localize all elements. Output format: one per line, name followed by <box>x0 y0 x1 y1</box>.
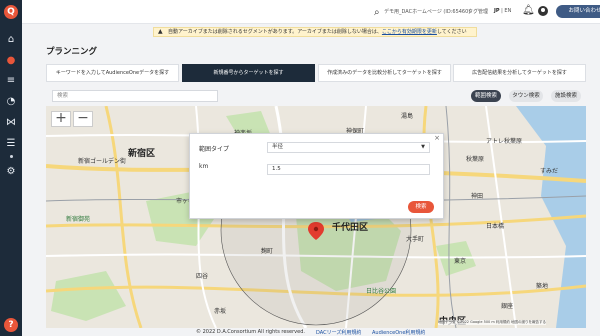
range-search-dialog: × 範囲タイプ 半径 ▼ km 1.5 検索 <box>189 133 444 219</box>
lang-jp[interactable]: JP <box>494 8 500 14</box>
map-label-yotsuya: 四谷 <box>196 273 209 280</box>
map-label-shinjuku-gyoen: 新宿御苑 <box>66 216 91 223</box>
lang-en[interactable]: EN <box>504 8 511 14</box>
close-icon[interactable]: × <box>434 134 440 142</box>
map-attribution: 地図データ ©2022 Google 500 m 利用規約 地図の誤りを報告する <box>438 320 547 325</box>
notice-text: 自動アーカイブまたは削除されるセグメントがあります。アーカイブまたは削除しない場… <box>168 29 382 35</box>
map-label-golden-gai: 新宿ゴールデン街 <box>78 158 127 165</box>
map-label-shinjuku: 新宿区 <box>128 149 156 159</box>
page-title: プランニング <box>46 47 98 57</box>
map-label-akihabara: 秋葉原 <box>466 156 485 163</box>
search-input[interactable]: 検索 <box>52 90 218 102</box>
tab-keyword-search[interactable]: キーワードを入力してAudienceOneデータを探す <box>46 64 179 82</box>
tab-ad-results[interactable]: 広告配信結果を分析してターゲットを探す <box>453 64 586 82</box>
notice-link[interactable]: ここから有効期限を更新 <box>382 29 437 35</box>
map-label-sumida: すみだ <box>540 168 559 175</box>
zoom-out-button[interactable]: − <box>73 111 93 127</box>
map-label-tsukiji: 築地 <box>536 283 549 290</box>
footer: © 2022 D.A.Consortium All rights reserve… <box>22 328 600 336</box>
map-label-nihonbashi: 日本橋 <box>486 223 505 230</box>
warning-icon: ▲ <box>158 28 163 35</box>
contact-button[interactable]: お問い合わせ <box>556 5 600 18</box>
audienceone-terms-link[interactable]: AudienceOne利用規約 <box>372 329 425 336</box>
archive-notice: ▲ 自動アーカイブまたは削除されるセグメントがあります。アーカイブまたは削除しな… <box>153 27 477 37</box>
tab-new-number-target[interactable]: 新規番号からターゲットを探す <box>182 64 315 82</box>
town-search-button[interactable]: タウン検索 <box>509 90 543 102</box>
facility-search-button[interactable]: 施設検索 <box>551 90 581 102</box>
map-label-tokyo: 東京 <box>454 258 467 265</box>
chevron-down-icon: ▼ <box>421 144 425 150</box>
zoom-in-button[interactable]: + <box>51 111 71 127</box>
map-label-chiyoda: 千代田区 <box>332 223 369 233</box>
app-logo[interactable]: Q <box>4 5 18 19</box>
range-type-select[interactable]: 半径 ▼ <box>267 142 430 153</box>
help-button[interactable]: ? <box>4 318 18 332</box>
account-selector[interactable]: デモ用_DACホームページ (ID:65460) <box>384 8 470 15</box>
user-icon[interactable] <box>538 6 548 16</box>
range-type-value: 半径 <box>272 144 284 150</box>
separator-dot <box>10 155 13 158</box>
pie-chart-icon[interactable]: ◔ <box>5 96 17 108</box>
language-switch: JP | EN <box>494 8 511 14</box>
lang-separator: | <box>501 8 503 14</box>
notice-suffix: してください <box>436 29 467 35</box>
map-label-yushima: 湯島 <box>401 113 414 120</box>
tab-compare-data[interactable]: 作成済みのデータを比較分析してターゲットを探す <box>318 64 451 82</box>
list-icon[interactable]: ☰ <box>5 138 17 150</box>
range-search-button[interactable]: 範囲検索 <box>471 90 501 102</box>
home-icon[interactable]: ⌂ <box>5 34 17 46</box>
gear-icon[interactable]: ⚙ <box>5 166 17 178</box>
map-label-ginza: 銀座 <box>501 303 514 310</box>
top-header: ⌕ デモ用_DACホームページ (ID:65460) タグ管理 JP | EN … <box>22 0 600 24</box>
map-label-hibiya: 日比谷公園 <box>366 288 397 295</box>
range-type-label: 範囲タイプ <box>199 146 230 153</box>
dac-terms-link[interactable]: DACリーズ利用規約 <box>316 329 361 336</box>
km-input[interactable]: 1.5 <box>267 164 430 175</box>
network-icon[interactable]: ⋈ <box>5 117 17 129</box>
sidebar: Q ⌂ ● ≡ ◔ ⋈ ☰ ⚙ ? <box>0 0 22 336</box>
search-button[interactable]: 検索 <box>408 201 434 213</box>
map-label-atre: アトレ秋葉原 <box>486 138 523 145</box>
search-icon[interactable]: ⌕ <box>374 7 380 18</box>
users-icon[interactable]: ● <box>5 55 17 67</box>
copyright-text: © 2022 D.A.Consortium All rights reserve… <box>196 329 305 335</box>
map-label-akasaka: 赤坂 <box>214 308 227 315</box>
map-label-kojimachi: 麹町 <box>261 248 274 255</box>
km-label: km <box>199 163 209 170</box>
map-label-otemachi: 大手町 <box>406 236 425 243</box>
database-icon[interactable]: ≡ <box>5 75 17 87</box>
tag-management-link[interactable]: タグ管理 <box>468 8 488 15</box>
map-label-kanda: 神田 <box>471 193 484 200</box>
bell-icon[interactable]: 🔔︎ <box>522 5 535 16</box>
